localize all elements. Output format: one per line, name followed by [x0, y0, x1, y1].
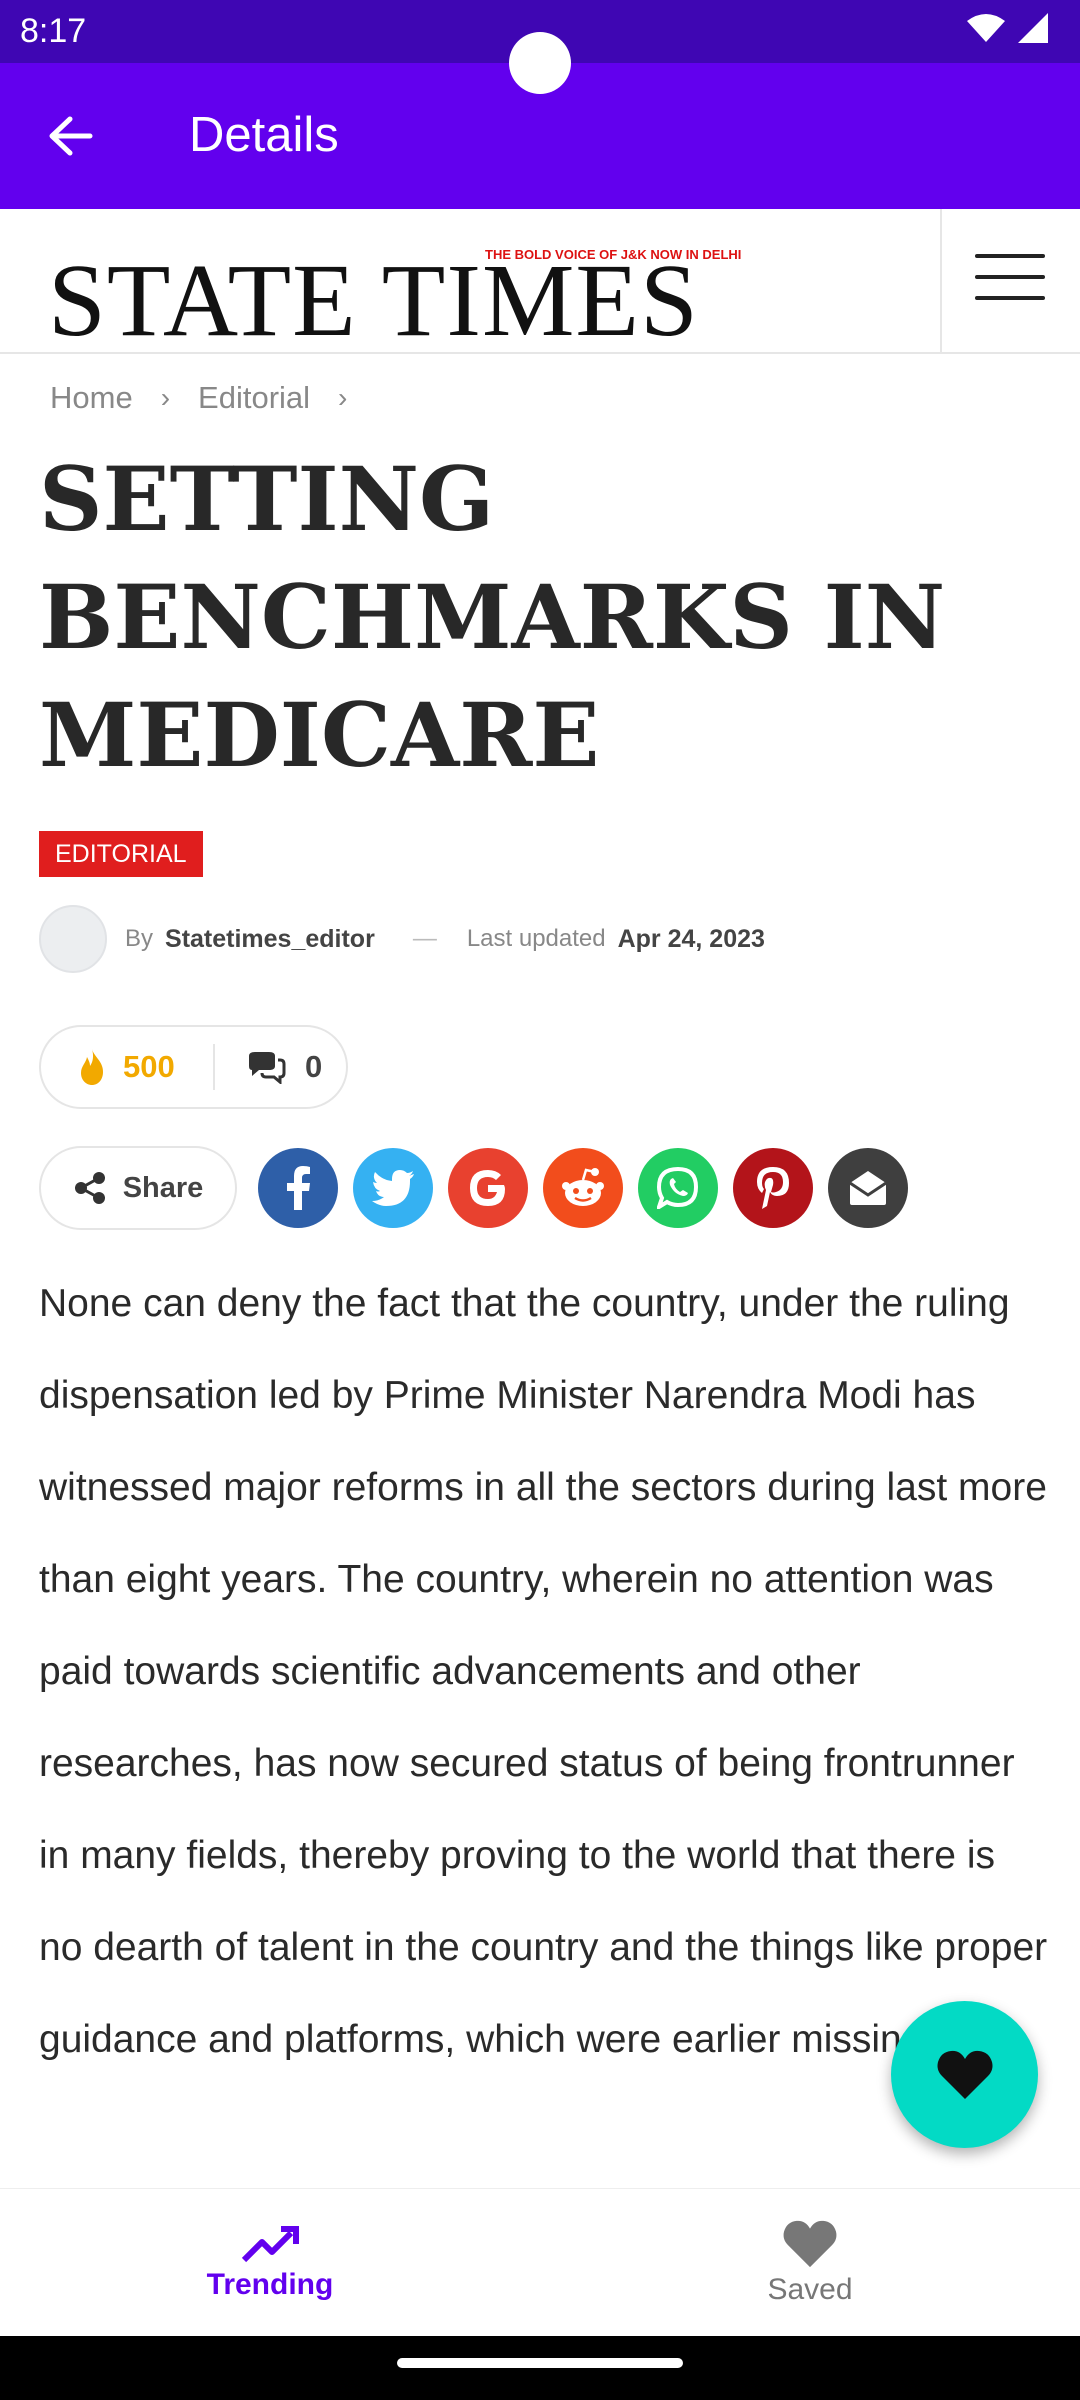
facebook-icon[interactable] — [258, 1148, 338, 1228]
nav-saved-label: Saved — [767, 2273, 853, 2306]
logo-text: STATE TIMES — [48, 243, 699, 358]
share-row: Share — [39, 1146, 923, 1230]
site-logo[interactable]: THE BOLD VOICE OF J&K NOW IN DELHI STATE… — [48, 227, 741, 353]
nav-trending-label: Trending — [206, 2268, 334, 2301]
site-header: THE BOLD VOICE OF J&K NOW IN DELHI STATE… — [0, 209, 1080, 354]
divider — [940, 209, 942, 352]
signal-icon — [1018, 13, 1048, 43]
whatsapp-icon[interactable] — [638, 1148, 718, 1228]
by-label: By — [125, 925, 154, 952]
hamburger-menu-icon[interactable] — [975, 254, 1045, 310]
camera-cutout — [509, 32, 571, 94]
breadcrumb: Home › Editorial › — [50, 380, 375, 416]
system-navigation-bar — [0, 2336, 1080, 2400]
google-icon[interactable] — [448, 1148, 528, 1228]
wifi-icon — [967, 14, 1005, 42]
trending-up-icon — [241, 2226, 299, 2263]
author-link[interactable]: Statetimes_editor — [165, 925, 375, 954]
home-gesture-pill[interactable] — [397, 2358, 683, 2368]
article-body: None can deny the fact that the country,… — [39, 1282, 1048, 2061]
article-meta: By Statetimes_editor — Last updated Apr … — [39, 905, 765, 973]
chevron-right-icon: › — [338, 382, 348, 413]
heart-icon — [937, 2050, 992, 2099]
arrow-left-icon — [49, 116, 93, 156]
email-icon[interactable] — [828, 1148, 908, 1228]
comments-stat[interactable]: 0 — [215, 1049, 322, 1085]
comments-count: 0 — [305, 1049, 323, 1084]
reddit-icon[interactable] — [543, 1148, 623, 1228]
avatar[interactable] — [39, 905, 107, 973]
back-button[interactable] — [30, 101, 110, 171]
article-title: SETTING BENCHMARKS IN MEDICARE — [39, 447, 946, 787]
bottom-navigation: Trending Saved — [0, 2188, 1080, 2336]
updated-label: Last updated — [466, 925, 606, 952]
nav-trending[interactable]: Trending — [0, 2189, 540, 2337]
share-icon — [74, 1172, 105, 1204]
views-count: 500 — [123, 1049, 175, 1084]
heart-icon — [783, 2220, 837, 2268]
chevron-right-icon: › — [160, 382, 171, 413]
meta-dash: — — [412, 925, 437, 952]
stats-pill: 500 0 — [39, 1025, 348, 1109]
fire-icon — [81, 1049, 103, 1085]
twitter-icon[interactable] — [353, 1148, 433, 1228]
comments-icon — [249, 1052, 286, 1084]
status-icons — [966, 12, 1050, 44]
page-title: Details — [189, 108, 339, 162]
pinterest-icon[interactable] — [733, 1148, 813, 1228]
views-stat: 500 — [41, 1048, 213, 1086]
breadcrumb-editorial[interactable]: Editorial — [198, 380, 310, 416]
updated-date: Apr 24, 2023 — [617, 924, 765, 953]
status-time: 8:17 — [20, 12, 87, 50]
favorite-button[interactable] — [891, 2001, 1038, 2148]
category-badge[interactable]: EDITORIAL — [39, 831, 203, 877]
breadcrumb-home[interactable]: Home — [50, 380, 133, 416]
share-button[interactable]: Share — [39, 1146, 237, 1230]
nav-saved[interactable]: Saved — [540, 2189, 1080, 2337]
share-label: Share — [122, 1171, 204, 1204]
